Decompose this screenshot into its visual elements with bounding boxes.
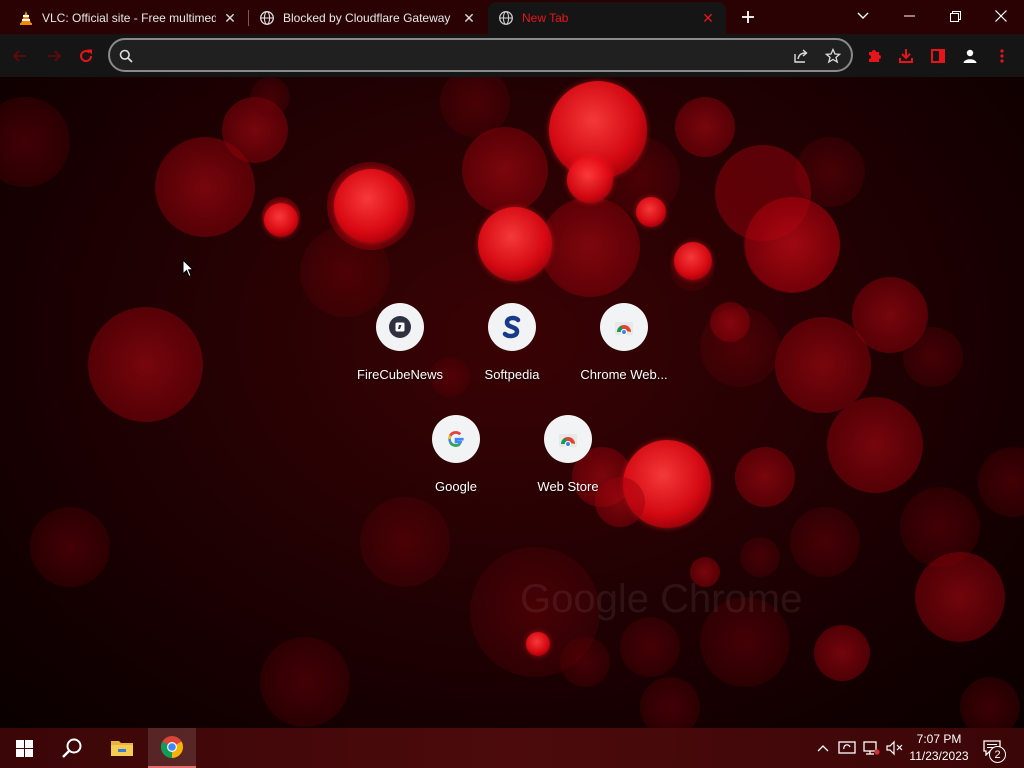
shortcut-label: Softpedia <box>484 367 540 382</box>
chrome-watermark: Google Chrome <box>520 577 803 621</box>
clock-time: 7:07 PM <box>916 732 962 746</box>
reload-button[interactable] <box>72 42 100 70</box>
notification-count-badge: 2 <box>989 746 1006 763</box>
search-taskbar-button[interactable] <box>48 728 96 768</box>
tab-title: VLC: Official site - Free multimedia <box>42 11 216 25</box>
chrome-web-store-icon <box>600 303 648 351</box>
close-window-button[interactable] <box>978 0 1024 32</box>
download-icon[interactable] <box>892 42 920 70</box>
firecubenews-icon <box>376 303 424 351</box>
restore-button[interactable] <box>932 0 978 32</box>
chrome-taskbar-icon[interactable] <box>148 728 196 768</box>
shortcut-firecubenews[interactable]: FireCubeNews <box>344 303 456 415</box>
shortcut-chrome-web-store[interactable]: Chrome Web... <box>568 303 680 415</box>
back-button[interactable] <box>6 42 34 70</box>
shortcut-web-store[interactable]: Web Store <box>512 415 624 527</box>
tab-cloudflare[interactable]: Blocked by Cloudflare Gateway ✕ <box>249 2 487 34</box>
chrome-web-store-icon <box>544 415 592 463</box>
close-tab-icon[interactable]: ✕ <box>461 10 477 26</box>
bookmark-star-icon[interactable] <box>823 46 843 66</box>
tab-search-chevron-icon[interactable] <box>840 0 886 32</box>
forward-button[interactable] <box>40 42 68 70</box>
tab-title: New Tab <box>522 11 569 25</box>
network-icon[interactable] <box>861 738 881 758</box>
shortcut-softpedia[interactable]: Softpedia <box>456 303 568 415</box>
shortcut-google[interactable]: Google <box>400 415 512 527</box>
close-tab-icon[interactable]: ✕ <box>222 10 238 26</box>
search-icon <box>116 46 136 66</box>
file-explorer-icon[interactable] <box>98 728 146 768</box>
menu-kebab-icon[interactable] <box>988 42 1016 70</box>
windows-taskbar: 7:07 PM 11/23/2023 <box>0 728 1024 768</box>
profile-avatar-icon[interactable] <box>956 42 984 70</box>
new-tab-button[interactable] <box>736 5 760 29</box>
shortcut-label: FireCubeNews <box>357 367 443 382</box>
tab-strip: VLC: Official site - Free multimedia ✕ B… <box>0 0 1024 34</box>
start-button[interactable] <box>0 728 48 768</box>
address-input[interactable] <box>144 46 764 66</box>
globe-icon <box>259 10 275 26</box>
taskbar-clock[interactable]: 7:07 PM 11/23/2023 <box>904 731 974 765</box>
clock-date: 11/23/2023 <box>909 749 969 763</box>
share-icon[interactable] <box>791 46 811 66</box>
browser-toolbar <box>0 34 1024 77</box>
shortcut-label: Chrome Web... <box>580 367 668 382</box>
google-g-icon <box>432 415 480 463</box>
tab-new-tab[interactable]: New Tab ✕ <box>488 2 726 34</box>
shortcut-label: Google <box>435 479 477 494</box>
close-tab-icon[interactable]: ✕ <box>700 10 716 26</box>
show-hidden-icons-chevron[interactable] <box>813 738 833 758</box>
mouse-cursor-icon <box>182 258 195 283</box>
globe-icon <box>498 10 514 26</box>
extensions-puzzle-icon[interactable] <box>860 42 888 70</box>
vlc-cone-icon <box>18 10 34 26</box>
shortcut-label: Web Store <box>537 479 599 494</box>
softpedia-s-icon <box>488 303 536 351</box>
tab-vlc[interactable]: VLC: Official site - Free multimedia ✕ <box>8 2 248 34</box>
address-bar[interactable] <box>108 38 853 72</box>
minimize-button[interactable] <box>886 0 932 32</box>
side-panel-icon[interactable] <box>924 42 952 70</box>
tab-title: Blocked by Cloudflare Gateway <box>283 11 451 25</box>
update-tray-icon[interactable] <box>837 738 857 758</box>
volume-muted-icon[interactable] <box>885 738 905 758</box>
